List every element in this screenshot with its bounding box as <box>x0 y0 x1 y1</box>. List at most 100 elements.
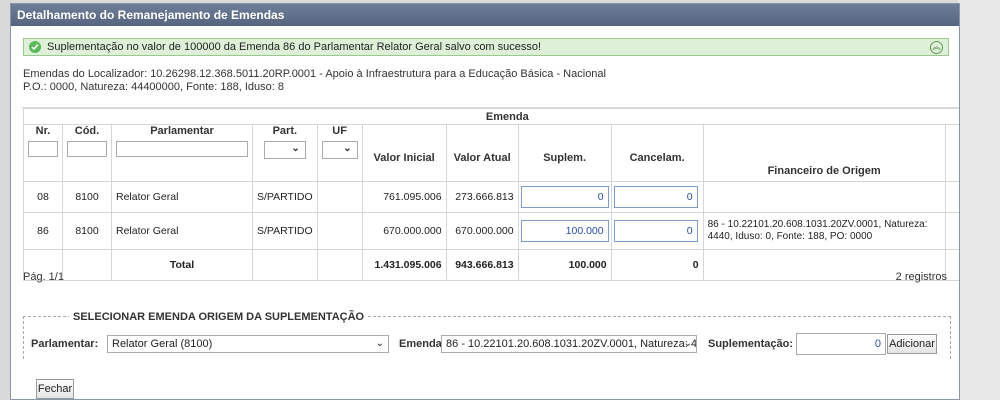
cell-actions: ⛶ <box>944 181 960 213</box>
suplem-input[interactable]: 0 <box>520 186 609 208</box>
cell-part: S/PARTIDO <box>252 212 318 250</box>
fonte-label: Fonte: <box>186 81 218 93</box>
table-row: 08 8100 Relator Geral S/PARTIDO 761.095.… <box>23 181 960 213</box>
emenda-label: Emenda: <box>399 338 446 350</box>
cell-part: S/PARTIDO <box>252 181 318 213</box>
col-valor-atual: Valor Atual <box>445 124 519 182</box>
total-empty <box>316 249 363 281</box>
group-header: Emenda <box>23 108 959 125</box>
cell-suplem: 0 <box>517 181 612 213</box>
col-actions <box>944 124 959 182</box>
parlamentar-select-value: Relator Geral (8100) <box>112 338 213 350</box>
cell-actions: ⛶🗑 <box>944 212 960 250</box>
col-cod-label: Cód. <box>74 125 100 137</box>
cell-nr: 08 <box>23 181 63 213</box>
col-cancelam: Cancelam. <box>610 124 704 182</box>
alert-message: Suplementação no valor de 100000 da Emen… <box>47 41 542 53</box>
cell-valor-atual: 273.666.813 <box>445 181 519 213</box>
close-button[interactable]: Fechar <box>36 379 74 399</box>
cell-cancelam: 0 <box>610 181 704 213</box>
table-row: 86 8100 Relator Geral S/PARTIDO 670.000.… <box>23 212 960 250</box>
col-uf-label: UF <box>332 125 347 137</box>
parlamentar-select[interactable]: Relator Geral (8100) ⌄ <box>107 335 389 353</box>
col-financeiro: Financeiro de Origem <box>702 124 946 182</box>
emenda-select[interactable]: 86 - 10.22101.20.608.1031.20ZV.0001, Nat… <box>441 335 697 353</box>
cell-valor-inicial: 761.095.006 <box>361 181 447 213</box>
fonte-value: 188, <box>220 81 242 93</box>
filter-nr-input[interactable] <box>28 141 58 157</box>
cancelam-input[interactable]: 0 <box>613 186 698 208</box>
chevron-down-icon: ⌄ <box>683 338 692 349</box>
cell-valor-inicial: 670.000.000 <box>361 212 447 250</box>
cell-cancelam: 0 <box>610 212 704 250</box>
suplementacao-label: Suplementação: <box>708 338 793 350</box>
cell-uf <box>316 181 363 213</box>
total-empty <box>944 249 959 281</box>
success-alert: Suplementação no valor de 100000 da Emen… <box>23 38 949 56</box>
remanejamento-dialog: Detalhamento do Remanejamento de Emendas… <box>10 3 960 400</box>
total-empty <box>252 249 318 281</box>
col-parlamentar-label: Parlamentar <box>150 125 214 137</box>
filter-parlamentar-input[interactable] <box>116 141 248 157</box>
chevron-down-icon: ⌄ <box>343 143 352 154</box>
total-valor-inicial: 1.431.095.006 <box>361 249 447 281</box>
binoculars-icon[interactable]: ⛶ <box>959 213 960 231</box>
cell-cod: 8100 <box>62 212 112 250</box>
parlamentar-label: Parlamentar: <box>31 338 99 350</box>
page-indicator: Pág. 1/1 <box>23 271 64 283</box>
cell-uf <box>316 212 363 250</box>
col-nr-label: Nr. <box>35 125 51 137</box>
natureza-value: 44400000, <box>131 81 184 93</box>
col-cod: Cód. <box>62 124 112 182</box>
cell-suplem: 100.000 <box>517 212 612 250</box>
trash-icon[interactable]: 🗑 <box>959 231 960 249</box>
cell-financeiro <box>702 181 946 213</box>
total-valor-atual: 943.666.813 <box>445 249 519 281</box>
suplem-input[interactable]: 100.000 <box>520 220 609 242</box>
total-label: Total <box>111 249 253 281</box>
cell-parlamentar: Relator Geral <box>111 181 253 213</box>
col-parlamentar: Parlamentar <box>111 124 253 182</box>
dialog-title: Detalhamento do Remanejamento de Emendas <box>11 4 959 26</box>
filter-cod-input[interactable] <box>67 141 107 157</box>
localizador-details: P.O.: 0000, Natureza: 44400000, Fonte: 1… <box>23 81 606 94</box>
col-part-label: Part. <box>272 125 298 137</box>
filter-uf-select[interactable]: ⌄ <box>321 141 358 159</box>
col-valor-inicial: Valor Inicial <box>361 124 447 182</box>
chevron-down-icon: ⌄ <box>375 338 384 349</box>
check-circle-icon <box>29 41 41 53</box>
iduso-value: 8 <box>277 81 285 93</box>
chevron-up-circle-icon[interactable]: ︽ <box>930 41 943 54</box>
cell-cod: 8100 <box>62 181 112 213</box>
chevron-down-icon: ⌄ <box>291 143 300 154</box>
cell-financeiro: 86 - 10.22101.20.608.1031.20ZV.0001, Nat… <box>702 212 946 250</box>
add-button[interactable]: Adicionar <box>887 334 937 354</box>
cell-nr: 86 <box>23 212 63 250</box>
emendas-grid-wrapper: Emenda Nr. Cód. Parlamentar Part. ⌄ UF ⌄… <box>21 107 959 281</box>
col-nr: Nr. <box>23 124 63 182</box>
cell-parlamentar: Relator Geral <box>111 212 253 250</box>
background-panel <box>958 0 1000 400</box>
binoculars-icon[interactable]: ⛶ <box>959 188 960 206</box>
po-value: 0000, <box>49 81 78 93</box>
col-suplem: Suplem. <box>517 124 612 182</box>
natureza-label: Natureza: <box>80 81 129 93</box>
po-label: P.O.: <box>23 81 47 93</box>
localizador-line: Emendas do Localizador: 10.26298.12.368.… <box>23 68 606 80</box>
iduso-label: Iduso: <box>244 81 275 93</box>
selector-legend: SELECIONAR EMENDA ORIGEM DA SUPLEMENTAÇÃ… <box>69 311 369 323</box>
localizador-info: Emendas do Localizador: 10.26298.12.368.… <box>23 68 606 94</box>
total-suplem: 100.000 <box>517 249 612 281</box>
filter-part-select[interactable]: ⌄ <box>263 141 306 159</box>
col-part: Part. ⌄ <box>252 124 318 182</box>
cell-valor-atual: 670.000.000 <box>445 212 519 250</box>
total-cancelam: 0 <box>610 249 704 281</box>
col-uf: UF ⌄ <box>316 124 363 182</box>
total-row: Total 1.431.095.006 943.666.813 100.000 … <box>23 249 959 281</box>
emenda-select-value: 86 - 10.22101.20.608.1031.20ZV.0001, Nat… <box>446 338 697 350</box>
cancelam-input[interactable]: 0 <box>613 220 698 242</box>
suplementacao-input[interactable]: 0 <box>796 333 886 355</box>
record-count: 2 registros <box>895 271 947 283</box>
total-empty <box>62 249 112 281</box>
emendas-table: Emenda Nr. Cód. Parlamentar Part. ⌄ UF ⌄… <box>23 108 960 281</box>
